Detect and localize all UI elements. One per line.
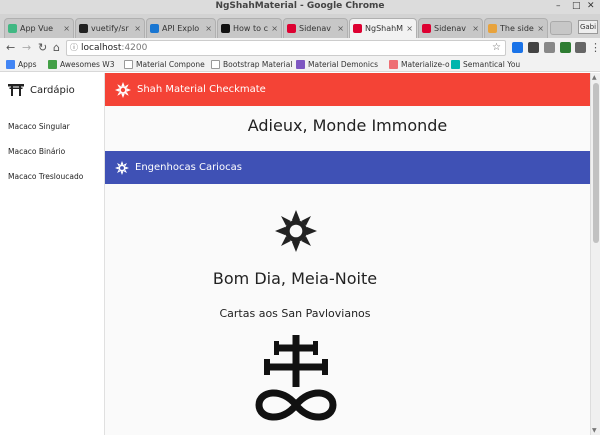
w3-icon — [48, 60, 57, 69]
tab-strip: App Vue × vuetify/sr × API Explo × How t… — [0, 14, 600, 38]
red-toolbar-title: Shah Material Checkmate — [137, 84, 266, 95]
main-content: Shah Material Checkmate Adieux, Monde Im… — [105, 73, 590, 435]
tab-1[interactable]: vuetify/sr × — [75, 18, 145, 38]
url-host: localhost — [81, 43, 122, 53]
large-sun-icon — [275, 210, 317, 252]
materialize-icon — [389, 60, 398, 69]
tab-3[interactable]: How to c × — [217, 18, 282, 38]
tab-4[interactable]: Sidenav × — [283, 18, 348, 38]
heading-adieux: Adieux, Monde Immonde — [247, 116, 448, 135]
sidenav-brand: Cardápio — [8, 84, 75, 96]
angular-icon — [287, 24, 296, 33]
vue-icon — [8, 24, 17, 33]
extension-shield-icon[interactable] — [544, 42, 555, 53]
scroll-down-icon[interactable]: ▼ — [592, 427, 597, 434]
vuetify-icon — [150, 24, 159, 33]
page-viewport: Cardápio Macaco Singular Macaco Binário … — [0, 73, 600, 435]
bookmark-awesomes[interactable]: Awesomes W3 — [48, 60, 114, 69]
tab-0[interactable]: App Vue × — [4, 18, 74, 38]
sun-icon — [115, 160, 129, 175]
window-title: NgShahMaterial - Google Chrome — [215, 1, 385, 11]
extension-box-icon[interactable] — [575, 42, 586, 53]
apps-grid-icon — [6, 60, 15, 69]
close-tab-icon[interactable]: × — [337, 24, 344, 33]
close-tab-icon[interactable]: × — [134, 24, 141, 33]
blue-toolbar-title: Engenhocas Cariocas — [135, 162, 242, 173]
page-icon — [211, 60, 220, 69]
forward-icon[interactable]: → — [22, 41, 31, 55]
close-tab-icon[interactable]: × — [406, 24, 413, 33]
angular-icon — [422, 24, 431, 33]
bookmark-semantical[interactable]: Semantical You — [451, 60, 520, 69]
close-tab-icon[interactable]: × — [63, 24, 70, 33]
window-titlebar: NgShahMaterial - Google Chrome – □ ✕ — [0, 0, 600, 14]
sidenav-item-macaco-singular[interactable]: Macaco Singular — [8, 122, 70, 131]
sidenav-item-macaco-binario[interactable]: Macaco Binário — [8, 147, 65, 156]
close-window-icon[interactable]: ✕ — [587, 1, 595, 11]
tab-6[interactable]: Sidenav × — [418, 18, 483, 38]
leviathan-cross-icon — [255, 335, 337, 421]
tab-2[interactable]: API Explo × — [146, 18, 216, 38]
address-bar[interactable]: ⓘ localhost:4200 ☆ — [66, 40, 506, 56]
bookmark-star-icon[interactable]: ☆ — [492, 41, 501, 55]
bookmarks-bar: Apps Awesomes W3 Material Compone Bootst… — [0, 58, 600, 72]
close-tab-icon[interactable]: × — [537, 24, 544, 33]
blue-toolbar: Engenhocas Cariocas — [105, 151, 590, 184]
angular-icon — [353, 24, 362, 33]
bookmark-material-demonics[interactable]: Material Demonics — [296, 60, 378, 69]
home-icon[interactable]: ⌂ — [53, 41, 60, 55]
sidenav-item-macaco-tresloucado[interactable]: Macaco Tresloucado — [8, 172, 83, 181]
bookmark-material-compone[interactable]: Material Compone — [124, 60, 205, 69]
page-icon — [124, 60, 133, 69]
page-scrollbar[interactable]: ▲ ▼ — [590, 73, 600, 435]
tab-5-active[interactable]: NgShahM × — [349, 18, 417, 38]
extension-v-icon[interactable] — [512, 42, 523, 53]
info-icon[interactable]: ⓘ — [70, 41, 78, 55]
extension-c-icon[interactable] — [560, 42, 571, 53]
semantic-icon — [451, 60, 460, 69]
bookmark-materialize[interactable]: Materialize-o — [389, 60, 450, 69]
reload-icon[interactable]: ↻ — [38, 41, 47, 55]
close-tab-icon[interactable]: × — [205, 24, 212, 33]
sidenav-title: Cardápio — [30, 84, 75, 96]
bookmark-bootstrap-material[interactable]: Bootstrap Material — [211, 60, 292, 69]
new-tab-button[interactable] — [550, 21, 572, 35]
medium-icon — [221, 24, 230, 33]
scroll-up-icon[interactable]: ▲ — [592, 74, 597, 81]
url-port: :4200 — [121, 43, 148, 53]
sun-icon — [115, 81, 131, 98]
close-tab-icon[interactable]: × — [271, 24, 278, 33]
menu-dots-icon[interactable]: ⋮ — [590, 41, 600, 55]
profile-button[interactable]: Gabi — [578, 20, 598, 34]
page-icon — [488, 24, 497, 33]
red-toolbar: Shah Material Checkmate — [105, 73, 590, 106]
browser-toolbar: ← → ↻ ⌂ ⓘ localhost:4200 ☆ ⋮ — [0, 38, 600, 58]
close-tab-icon[interactable]: × — [472, 24, 479, 33]
sidenav: Cardápio Macaco Singular Macaco Binário … — [0, 73, 105, 435]
demonics-icon — [296, 60, 305, 69]
heading-bom-dia: Bom Dia, Meia-Noite — [212, 269, 378, 288]
extension-dropdown-icon[interactable] — [528, 42, 539, 53]
maximize-icon[interactable]: □ — [572, 1, 581, 11]
github-icon — [79, 24, 88, 33]
heading-cartas: Cartas aos San Pavlovianos — [219, 307, 371, 320]
scrollbar-thumb[interactable] — [593, 83, 599, 243]
minimize-icon[interactable]: – — [556, 1, 561, 11]
torii-gate-icon — [8, 84, 24, 96]
bookmark-apps[interactable]: Apps — [6, 60, 37, 69]
back-icon[interactable]: ← — [6, 41, 15, 55]
tab-7[interactable]: The side × — [484, 18, 548, 38]
